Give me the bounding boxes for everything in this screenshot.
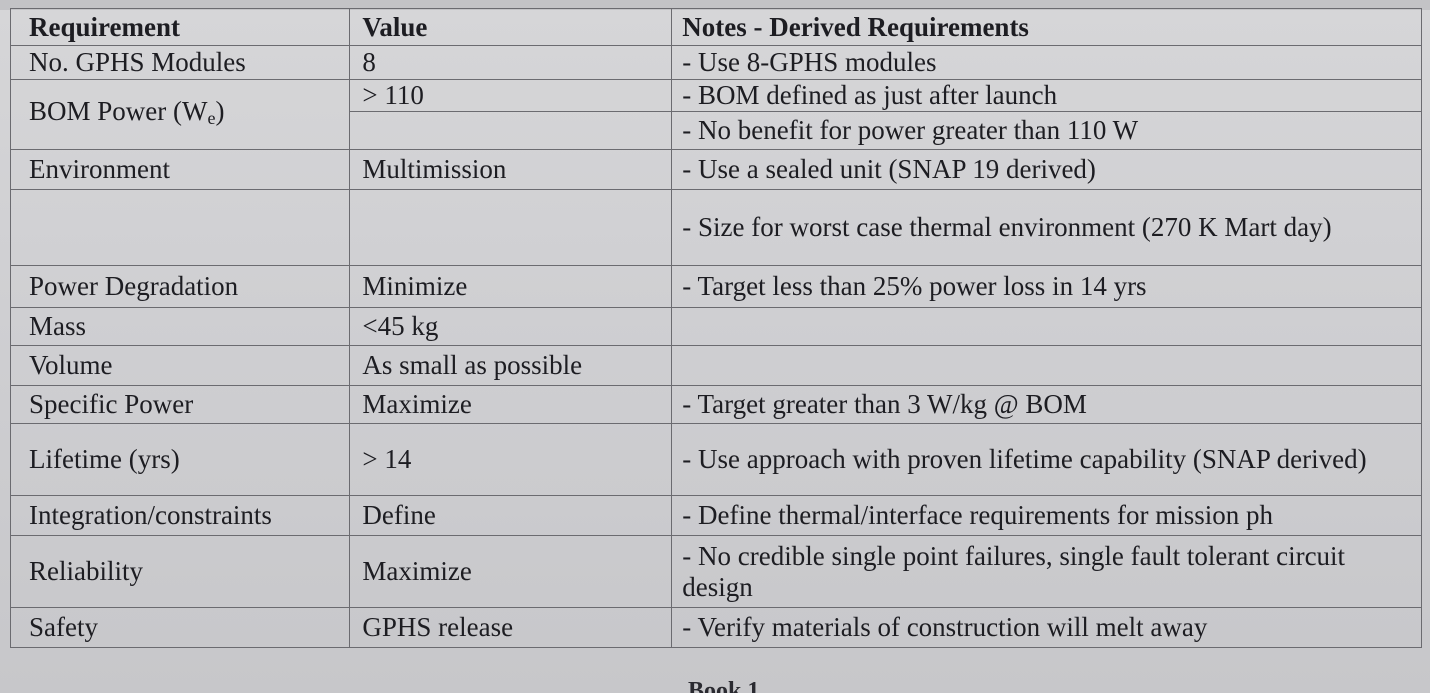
cell-notes: - Verify materials of construction will … <box>671 607 1422 648</box>
cell-requirement: Power Degradation <box>9 265 351 308</box>
cell-notes: - No credible single point failures, sin… <box>671 535 1422 608</box>
header-notes: Notes - Derived Requirements <box>671 8 1422 46</box>
table-row: Integration/constraints Define - Define … <box>9 495 1422 536</box>
cell-value-empty <box>349 189 673 266</box>
cell-value: > 14 <box>349 423 673 496</box>
table-row: Environment Multimission - Use a sealed … <box>9 149 1422 190</box>
table-row: Lifetime (yrs) > 14 - Use approach with … <box>9 423 1422 496</box>
cell-value: Minimize <box>349 265 673 308</box>
requirements-sheet: Requirement Value Notes - Derived Requir… <box>9 8 1422 688</box>
page-footer-stub: Book 1 <box>688 678 760 693</box>
cell-notes <box>671 345 1422 386</box>
bom-label-suffix: ) <box>215 95 225 126</box>
table-row: BOM Power (We) > 110 - BOM defined as ju… <box>9 79 1422 150</box>
table-row: Safety GPHS release - Verify materials o… <box>9 607 1422 648</box>
table-header-row: Requirement Value Notes - Derived Requir… <box>9 8 1422 46</box>
cell-requirement: Environment <box>9 149 351 190</box>
cell-requirement: No. GPHS Modules <box>9 45 351 80</box>
cell-value: Maximize <box>349 385 673 424</box>
cell-value: GPHS release <box>349 607 673 648</box>
cell-notes: - Target greater than 3 W/kg @ BOM <box>671 385 1422 424</box>
cell-notes: - Size for worst case thermal environmen… <box>671 189 1422 266</box>
table-row: Mass <45 kg <box>9 307 1422 346</box>
cell-requirement: Safety <box>9 607 351 648</box>
header-requirement: Requirement <box>9 8 351 46</box>
cell-notes: - Target less than 25% power loss in 14 … <box>671 265 1422 308</box>
cell-value: Define <box>349 495 673 536</box>
cell-value: 8 <box>349 45 673 80</box>
cell-requirement: BOM Power (We) <box>9 79 351 150</box>
table-row: - Size for worst case thermal environmen… <box>9 189 1422 266</box>
cell-value: Multimission <box>349 149 673 190</box>
cell-requirement-empty <box>9 189 351 266</box>
cell-notes: - Define thermal/interface requirements … <box>671 495 1422 536</box>
bom-label: BOM Power (W <box>29 95 208 126</box>
cell-notes: - BOM defined as just after launch <box>671 79 1422 112</box>
cell-value: <45 kg <box>349 307 673 346</box>
table-row: Power Degradation Minimize - Target less… <box>9 265 1422 308</box>
cell-requirement: Mass <box>9 307 351 346</box>
header-value: Value <box>349 8 673 46</box>
cell-notes: - Use 8-GPHS modules <box>671 45 1422 80</box>
cell-requirement: Integration/constraints <box>9 495 351 536</box>
cell-requirement: Lifetime (yrs) <box>9 423 351 496</box>
cell-notes: - Use a sealed unit (SNAP 19 derived) <box>671 149 1422 190</box>
table-row: Specific Power Maximize - Target greater… <box>9 385 1422 424</box>
cell-value: As small as possible <box>349 345 673 386</box>
cell-requirement: Reliability <box>9 535 351 608</box>
cell-notes <box>671 307 1422 346</box>
cell-requirement: Specific Power <box>9 385 351 424</box>
cell-value: > 110 <box>349 79 673 112</box>
cell-requirement: Volume <box>9 345 351 386</box>
cell-value: Maximize <box>349 535 673 608</box>
table-row: Reliability Maximize - No credible singl… <box>9 535 1422 608</box>
requirements-table: Requirement Value Notes - Derived Requir… <box>9 8 1422 648</box>
table-row: No. GPHS Modules 8 - Use 8-GPHS modules <box>9 45 1422 80</box>
cell-notes: - Use approach with proven lifetime capa… <box>671 423 1422 496</box>
table-row: Volume As small as possible <box>9 345 1422 386</box>
cell-value-empty <box>349 111 673 150</box>
cell-notes: - No benefit for power greater than 110 … <box>671 111 1422 150</box>
